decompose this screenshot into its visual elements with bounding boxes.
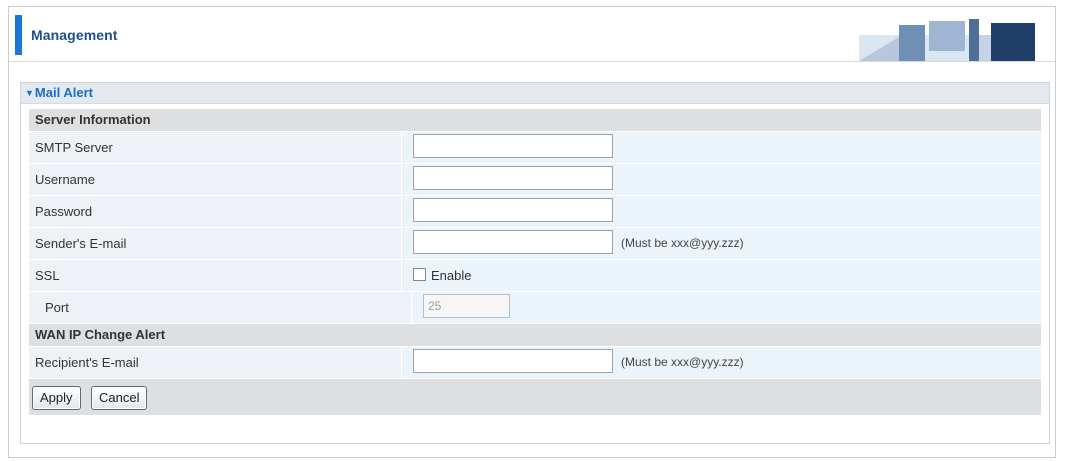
row-password: Password	[29, 196, 1041, 228]
password-label: Password	[29, 196, 402, 227]
password-cell	[402, 196, 1041, 227]
recipient-email-hint: (Must be xxx@yyy.zzz)	[621, 355, 744, 369]
port-label: Port	[29, 292, 412, 323]
ssl-enable-checkbox[interactable]	[413, 268, 426, 281]
ssl-enable-label[interactable]: Enable	[431, 268, 471, 283]
page-header: Management	[9, 7, 1055, 62]
port-input[interactable]	[423, 294, 510, 318]
row-recipient-email: Recipient's E-mail (Must be xxx@yyy.zzz)	[29, 347, 1041, 379]
triangle-down-icon: ▼	[25, 88, 34, 98]
sender-email-cell: (Must be xxx@yyy.zzz)	[402, 228, 1041, 259]
form-table: Server Information SMTP Server Username …	[29, 109, 1041, 415]
panel-header[interactable]: ▼Mail Alert	[21, 83, 1049, 104]
row-username: Username	[29, 164, 1041, 196]
section-wan-ip-change-alert: WAN IP Change Alert	[29, 324, 1041, 347]
port-cell	[412, 292, 1041, 323]
username-cell	[402, 164, 1041, 195]
row-sender-email: Sender's E-mail (Must be xxx@yyy.zzz)	[29, 228, 1041, 260]
sender-email-label: Sender's E-mail	[29, 228, 402, 259]
sender-email-input[interactable]	[413, 230, 613, 254]
mail-alert-panel: ▼Mail Alert Server Information SMTP Serv…	[20, 82, 1050, 444]
username-label: Username	[29, 164, 402, 195]
smtp-server-label: SMTP Server	[29, 132, 402, 163]
username-input[interactable]	[413, 166, 613, 190]
page-title: Management	[31, 27, 118, 43]
row-port: Port	[29, 292, 1041, 324]
panel-title: Mail Alert	[34, 85, 93, 100]
recipient-email-input[interactable]	[413, 349, 613, 373]
header-accent-bar	[15, 15, 22, 55]
ssl-cell: Enable	[402, 260, 1041, 291]
header-graphic	[859, 19, 1035, 61]
page-frame: Management ▼Mail Alert Server Informatio…	[8, 6, 1056, 458]
recipient-email-label: Recipient's E-mail	[29, 347, 402, 378]
cancel-button[interactable]: Cancel	[91, 386, 148, 410]
ssl-label: SSL	[29, 260, 402, 291]
row-smtp-server: SMTP Server	[29, 132, 1041, 164]
apply-button[interactable]: Apply	[32, 386, 81, 410]
smtp-server-input[interactable]	[413, 134, 613, 158]
sender-email-hint: (Must be xxx@yyy.zzz)	[621, 236, 744, 250]
password-input[interactable]	[413, 198, 613, 222]
row-ssl: SSL Enable	[29, 260, 1041, 292]
section-server-information: Server Information	[29, 109, 1041, 132]
recipient-email-cell: (Must be xxx@yyy.zzz)	[402, 347, 1041, 378]
smtp-server-cell	[402, 132, 1041, 163]
button-bar: Apply Cancel	[29, 379, 1041, 415]
